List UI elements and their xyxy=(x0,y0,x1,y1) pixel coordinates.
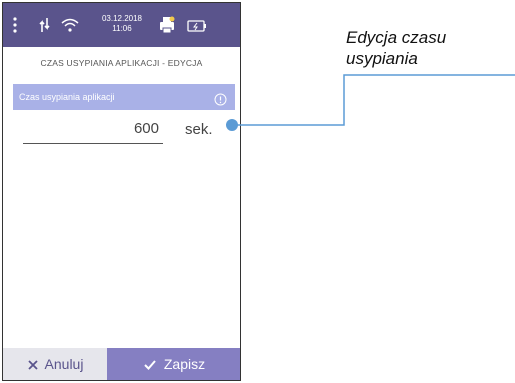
callout-label: Edycja czasu usypiania xyxy=(346,27,506,69)
signal-icon xyxy=(39,16,51,34)
callout-line-2: usypiania xyxy=(346,49,418,68)
wifi-icon xyxy=(61,17,79,33)
info-icon[interactable] xyxy=(214,90,227,106)
cancel-label: Anuluj xyxy=(44,356,84,372)
save-label: Zapisz xyxy=(163,356,206,372)
sleep-time-input[interactable] xyxy=(23,114,163,144)
status-datetime: 03.12.2018 11:06 xyxy=(97,14,147,34)
status-time: 11:06 xyxy=(112,24,132,33)
battery-icon xyxy=(187,19,207,32)
field-header: Czas usypiania aplikacji xyxy=(13,84,235,110)
cancel-button[interactable]: Anuluj xyxy=(3,348,107,380)
status-date: 03.12.2018 xyxy=(101,14,143,23)
field-label: Czas usypiania aplikacji xyxy=(19,92,115,102)
status-bar: 03.12.2018 11:06 xyxy=(3,3,240,47)
page: 03.12.2018 11:06 CZAS USYPIANIA APLIKACJ… xyxy=(0,0,515,383)
callout-dot xyxy=(226,119,238,131)
save-button[interactable]: Zapisz xyxy=(107,348,240,380)
checkmark-icon xyxy=(144,358,156,370)
close-icon xyxy=(27,358,39,370)
menu-dots-icon[interactable] xyxy=(13,16,17,34)
printer-icon xyxy=(158,16,176,34)
screen-title: CZAS USYPIANIA APLIKACJI - EDYCJA xyxy=(40,58,203,68)
device-screen: 03.12.2018 11:06 CZAS USYPIANIA APLIKACJ… xyxy=(2,2,241,381)
callout-line-1: Edycja czasu xyxy=(346,28,447,47)
unit-label: sek. xyxy=(185,121,213,138)
bottom-action-bar: Anuluj Zapisz xyxy=(3,348,240,380)
